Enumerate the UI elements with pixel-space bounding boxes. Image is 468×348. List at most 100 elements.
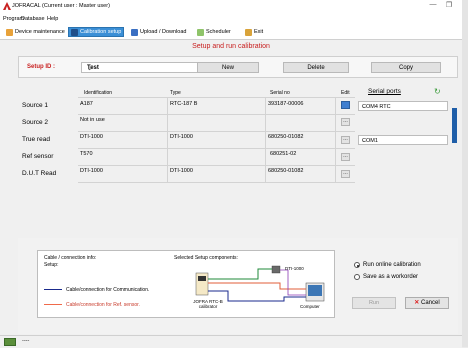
status-bar: ---- <box>0 335 462 348</box>
serial-cell[interactable]: 680251-02 <box>270 151 296 157</box>
grid-line <box>78 131 355 132</box>
main-window: JOFRACAL (Current user : Master user) — … <box>0 0 463 348</box>
cancel-label: Cancel <box>421 300 440 306</box>
close-icon: ✕ <box>414 300 420 306</box>
ref-cable <box>208 282 306 290</box>
edit-button[interactable] <box>341 101 350 109</box>
device-maintenance-label: Device maintenance <box>15 29 65 35</box>
edit-button[interactable]: … <box>341 153 350 161</box>
identification-cell[interactable]: DTI-1000 <box>80 134 103 140</box>
grid-line <box>78 165 355 166</box>
setup-id-label: Setup ID : <box>27 64 55 70</box>
menu-help[interactable]: Help <box>47 16 58 22</box>
serial-port-select[interactable]: COM4 RTC ⌄ <box>358 101 448 111</box>
edit-button[interactable]: … <box>341 136 350 144</box>
grid-line <box>78 182 355 183</box>
menu-bar: Program Database Help <box>0 14 462 25</box>
edit-button[interactable]: … <box>341 118 350 126</box>
type-cell[interactable]: DTI-1000 <box>170 134 193 140</box>
edit-button[interactable]: … <box>341 170 350 178</box>
radio-selected-icon <box>354 262 360 268</box>
dti-device-icon <box>271 265 281 274</box>
scroll-indicator[interactable] <box>452 108 457 143</box>
communication-legend-label: Cable/connection for Communication. <box>66 287 150 293</box>
ref-sensor-legend-line <box>44 304 62 305</box>
window-title: JOFRACAL (Current user : Master user) <box>12 3 110 9</box>
app-logo-icon <box>3 2 11 10</box>
restore-button[interactable]: ❐ <box>444 1 454 9</box>
new-button[interactable]: New <box>197 62 259 73</box>
serial-cell[interactable]: 393187-00006 <box>268 101 303 107</box>
toolbar: Device maintenance Calibration setup Upl… <box>0 25 462 40</box>
menu-database[interactable]: Database <box>21 16 45 22</box>
minimize-button[interactable]: — <box>428 1 438 8</box>
upload-download-icon <box>131 28 138 36</box>
identification-cell[interactable]: DTI-1000 <box>80 168 103 174</box>
calibration-setup-button[interactable]: Calibration setup <box>68 27 125 37</box>
run-online-option[interactable]: Run online calibration <box>354 262 421 268</box>
run-button[interactable]: Run <box>352 297 396 309</box>
refresh-ports-icon[interactable]: ↻ <box>434 87 441 96</box>
cancel-button[interactable]: ✕ Cancel <box>405 297 449 309</box>
device-maintenance-button[interactable]: Device maintenance <box>3 27 68 37</box>
page-title: Setup and run calibration <box>192 43 270 50</box>
calibrator-label: JOFRA RTC-B calibrator <box>193 299 223 309</box>
serial-port-select[interactable]: COM1 ⌄ <box>358 135 448 145</box>
identification-cell[interactable]: A187 <box>80 101 93 107</box>
calibrator-display-icon <box>198 276 206 281</box>
grid-line <box>78 114 355 115</box>
row-label: True read <box>22 136 50 143</box>
computer-screen-icon <box>308 285 322 296</box>
window-scrollbar[interactable] <box>462 0 468 347</box>
calibration-setup-label: Calibration setup <box>80 29 122 35</box>
save-workorder-option[interactable]: Save as a workorder <box>354 274 418 280</box>
col-header-identification: Identification <box>84 90 113 96</box>
upload-download-button[interactable]: Upload / Download <box>128 27 189 37</box>
serial-cell[interactable]: 680250-01082 <box>268 134 303 140</box>
grid-line <box>167 97 168 182</box>
grid-line <box>78 97 355 98</box>
setup-panel: Setup ID : Test ⌄ New Delete Copy <box>18 56 458 78</box>
delete-button[interactable]: Delete <box>283 62 349 73</box>
scheduler-icon <box>197 28 204 36</box>
grid-line <box>78 148 355 149</box>
device-label: DTI-1000 <box>285 266 304 271</box>
col-header-edit: Edit <box>341 90 350 96</box>
device-cable <box>280 269 306 296</box>
identification-cell[interactable]: Not in use <box>80 117 105 123</box>
save-workorder-label: Save as a workorder <box>363 274 419 280</box>
radio-unselected-icon <box>354 274 360 280</box>
computer-label: Computer <box>300 304 320 309</box>
chevron-down-icon: ⌄ <box>362 137 367 144</box>
communication-legend-line <box>44 289 62 290</box>
serial-cell[interactable]: 680250-01082 <box>268 168 303 174</box>
green-cable <box>208 268 272 280</box>
title-bar: JOFRACAL (Current user : Master user) — … <box>0 0 462 14</box>
wrench-icon <box>6 28 13 36</box>
type-cell[interactable]: RTC-187 B <box>170 101 197 107</box>
upload-download-label: Upload / Download <box>140 29 187 35</box>
exit-button[interactable]: Exit <box>242 27 266 37</box>
row-label: Ref sensor <box>22 153 54 160</box>
setup-info-label: Setup: <box>44 262 59 268</box>
col-header-type: Type <box>170 90 181 96</box>
row-label: Source 2 <box>22 119 49 126</box>
serial-ports-link[interactable]: Serial ports <box>368 88 401 95</box>
grid-line <box>335 97 336 182</box>
connection-info-box: Cable / connection info: Setup: Selected… <box>37 250 335 318</box>
status-text: ---- <box>22 338 30 344</box>
grid-line <box>265 97 266 182</box>
row-label: Source 1 <box>22 102 49 109</box>
row-label: D.U.T Read <box>22 170 57 177</box>
calibration-icon <box>71 28 78 36</box>
connection-status-icon <box>4 338 16 346</box>
run-online-label: Run online calibration <box>363 262 421 268</box>
scheduler-button[interactable]: Scheduler <box>194 27 234 37</box>
type-cell[interactable]: DTI-1000 <box>170 168 193 174</box>
exit-label: Exit <box>254 29 264 35</box>
chevron-down-icon: ⌄ <box>362 103 367 110</box>
identification-cell[interactable]: T570 <box>80 151 93 157</box>
copy-button[interactable]: Copy <box>371 62 441 73</box>
connection-info-title: Cable / connection info: <box>44 255 97 261</box>
col-header-serial: Serial no <box>270 90 290 96</box>
